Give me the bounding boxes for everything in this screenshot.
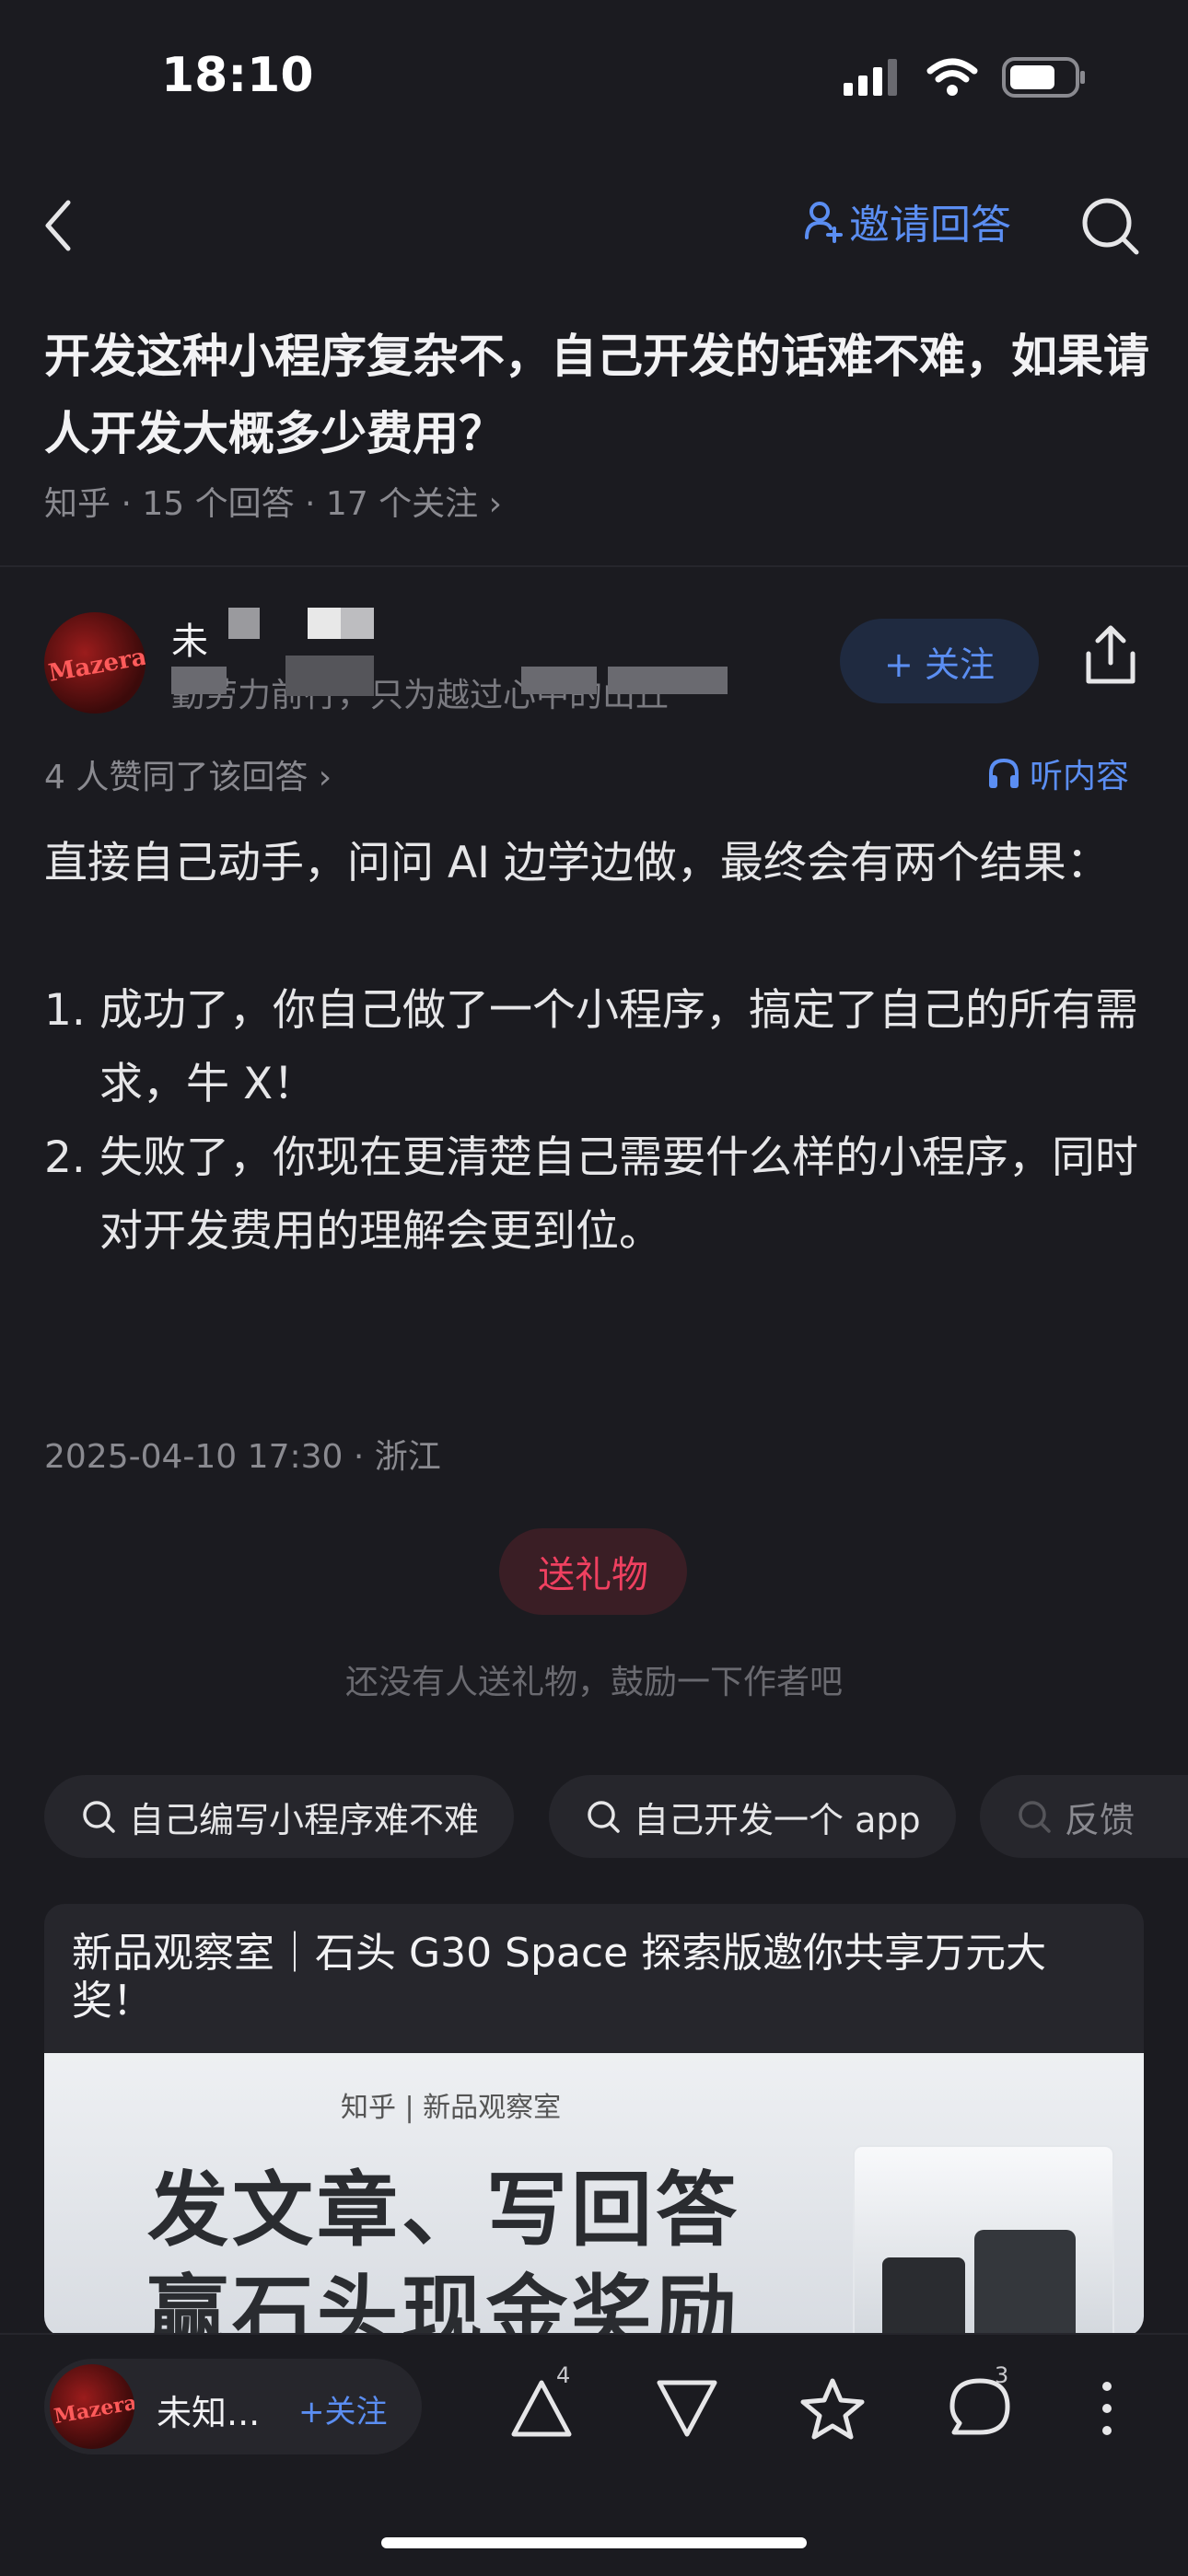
question-title[interactable]: 开发这种小程序复杂不，自己开发的话难不难，如果请人开发大概多少费用？ bbox=[44, 318, 1149, 472]
feedback-chip[interactable]: 反馈 bbox=[980, 1775, 1188, 1858]
favorite-star-icon[interactable] bbox=[799, 2375, 866, 2442]
send-gift-label: 送礼物 bbox=[538, 1554, 648, 1596]
status-time: 18:10 bbox=[161, 48, 314, 103]
question-meta[interactable]: 知乎 · 15 个回答 · 17 个关注 › bbox=[44, 477, 502, 525]
author-mini-name: 未知... bbox=[157, 2393, 261, 2433]
list-item: 2. 失败了，你现在更清楚自己需要什么样的小程序，同时对开发费用的理解会更到位。 bbox=[44, 1121, 1149, 1269]
answer-date: 2025-04-10 17:30 · 浙江 bbox=[44, 1438, 441, 1476]
search-icon[interactable] bbox=[1079, 195, 1140, 256]
chip-label: 反馈 bbox=[1065, 1799, 1136, 1840]
divider bbox=[0, 565, 1188, 567]
headphones-icon bbox=[989, 758, 1019, 788]
follow-label: + 关注 bbox=[884, 644, 995, 685]
redaction-mosaic bbox=[608, 667, 728, 694]
search-icon bbox=[1019, 1801, 1051, 1833]
related-search-chip[interactable]: 自己编写小程序难不难 bbox=[44, 1775, 515, 1858]
home-indicator[interactable] bbox=[381, 2537, 807, 2548]
battery-icon bbox=[1002, 57, 1085, 98]
more-icon[interactable] bbox=[1074, 2375, 1140, 2442]
promo-headline-1: 发文章、写回答 bbox=[147, 2163, 741, 2257]
author-name[interactable]: 未 bbox=[171, 611, 208, 665]
chip-label: 自己开发一个 app bbox=[634, 1799, 921, 1840]
avatar-logo-text: Mazerace bbox=[52, 2385, 134, 2430]
answer-intro: 直接自己动手，问问 AI 边学边做，最终会有两个结果： bbox=[44, 838, 1110, 888]
promo-card-title: 新品观察室｜石头 G30 Space 探索版邀你共享万元大奖！ bbox=[72, 1930, 1047, 2025]
redaction-mosaic bbox=[521, 667, 597, 694]
list-item-text: 失败了，你现在更清楚自己需要什么样的小程序，同时对开发费用的理解会更到位。 bbox=[99, 1132, 1138, 1257]
author-mini-card[interactable]: Mazerace 未知... +关注 bbox=[44, 2359, 422, 2454]
upvoters-link[interactable]: 4 人赞同了该回答 › bbox=[44, 750, 332, 798]
redaction-mosaic bbox=[228, 608, 260, 639]
search-icon bbox=[83, 1801, 115, 1833]
list-item-number: 1. bbox=[44, 985, 86, 1036]
answer-body: 直接自己动手，问问 AI 边学边做，最终会有两个结果： 1. 成功了，你自己做了… bbox=[44, 827, 1149, 1269]
listen-label: 听内容 bbox=[1030, 758, 1130, 795]
promo-brand: 知乎 | 新品观察室 bbox=[341, 2092, 562, 2124]
redaction-mosaic bbox=[171, 667, 227, 694]
share-icon[interactable] bbox=[1081, 624, 1140, 689]
redaction-mosaic bbox=[285, 656, 374, 696]
listen-button[interactable]: 听内容 bbox=[987, 749, 1129, 797]
follow-button[interactable]: + 关注 bbox=[840, 619, 1039, 703]
list-item-text: 成功了，你自己做了一个小程序，搞定了自己的所有需求，牛 X！ bbox=[99, 985, 1138, 1109]
avatar-logo-text: Mazerace bbox=[46, 638, 146, 688]
author-avatar[interactable]: Mazerace bbox=[44, 612, 146, 714]
back-icon[interactable] bbox=[37, 193, 83, 258]
redaction-mosaic bbox=[308, 608, 341, 639]
send-gift-button[interactable]: 送礼物 bbox=[499, 1528, 687, 1615]
product-image bbox=[853, 2145, 1114, 2337]
author-mini-avatar[interactable]: Mazerace bbox=[50, 2364, 134, 2449]
invite-answer-button[interactable]: 邀请回答 bbox=[803, 191, 1011, 250]
chip-label: 自己编写小程序难不难 bbox=[129, 1799, 480, 1840]
invite-user-icon bbox=[805, 202, 843, 243]
invite-answer-label: 邀请回答 bbox=[849, 202, 1011, 249]
upvote-count: 4 bbox=[556, 2362, 571, 2388]
wifi-icon bbox=[926, 58, 978, 96]
downvote-icon[interactable] bbox=[654, 2375, 720, 2442]
promo-card-image: 知乎 | 新品观察室 发文章、写回答 赢石头现金奖励 bbox=[44, 2053, 1144, 2337]
status-icons bbox=[844, 57, 1087, 98]
signal-icon bbox=[844, 59, 897, 96]
search-icon bbox=[588, 1801, 620, 1833]
list-item-number: 2. bbox=[44, 1132, 86, 1183]
comment-count: 3 bbox=[995, 2362, 1009, 2388]
author-mini-follow[interactable]: +关注 bbox=[298, 2386, 388, 2431]
answer-spacer bbox=[44, 900, 1149, 974]
promo-card[interactable]: 新品观察室｜石头 G30 Space 探索版邀你共享万元大奖！ 知乎 | 新品观… bbox=[44, 1904, 1144, 2337]
promo-headline-2: 赢石头现金奖励 bbox=[147, 2266, 741, 2337]
list-item: 1. 成功了，你自己做了一个小程序，搞定了自己的所有需求，牛 X！ bbox=[44, 974, 1149, 1121]
redaction-mosaic bbox=[341, 608, 374, 639]
gift-hint: 还没有人送礼物，鼓励一下作者吧 bbox=[344, 1664, 843, 1701]
related-search-chip[interactable]: 自己开发一个 app bbox=[549, 1775, 956, 1858]
